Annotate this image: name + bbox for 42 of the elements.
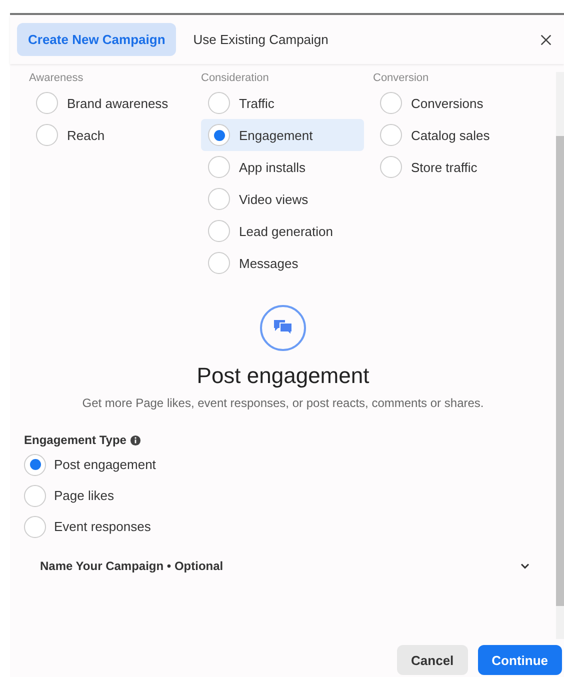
column-heading: Awareness xyxy=(29,72,84,84)
accordion-header[interactable]: Name Your Campaign • Optional xyxy=(40,554,532,578)
radio-button[interactable] xyxy=(380,92,402,114)
option-label: Messages xyxy=(239,256,298,270)
radio-button[interactable] xyxy=(24,484,46,506)
tab[interactable]: Use Existing Campaign xyxy=(182,23,340,56)
continue-button[interactable]: Continue xyxy=(478,645,562,675)
radio-button[interactable] xyxy=(380,124,402,146)
radio-button[interactable] xyxy=(36,92,58,114)
objective-title: Post engagement xyxy=(196,363,370,389)
section-label: Engagement Type xyxy=(24,433,126,447)
radio-button[interactable] xyxy=(208,92,230,114)
radio-button[interactable] xyxy=(208,252,230,274)
option-label: Page likes xyxy=(54,488,114,503)
objective-option[interactable]: Engagement xyxy=(201,119,364,151)
option-label: App installs xyxy=(239,160,306,174)
option-label: Traffic xyxy=(239,96,274,110)
option-label: Catalog sales xyxy=(411,128,490,142)
chat-bubbles-icon xyxy=(260,305,306,351)
option-label: Reach xyxy=(67,128,105,142)
radio-button[interactable] xyxy=(24,516,46,538)
option-label: Video views xyxy=(239,192,308,206)
tab[interactable]: Create New Campaign xyxy=(17,23,176,56)
cancel-button[interactable]: Cancel xyxy=(397,645,468,675)
radio-button[interactable] xyxy=(208,124,230,146)
radio-button[interactable] xyxy=(208,156,230,178)
column-heading: Consideration xyxy=(201,72,270,84)
option-label: Lead generation xyxy=(239,224,333,238)
objective-description: Get more Page likes, event responses, or post reacts, comments or shares. xyxy=(81,395,485,411)
scrollbar[interactable] xyxy=(556,72,564,639)
radio-button[interactable] xyxy=(24,454,46,476)
radio-button[interactable] xyxy=(36,124,58,146)
radio-button[interactable] xyxy=(380,156,402,178)
option-label: Post engagement xyxy=(54,457,156,472)
column-heading: Conversion xyxy=(373,72,430,84)
option-label: Conversions xyxy=(411,96,484,110)
info-icon xyxy=(130,434,142,446)
option-label: Store traffic xyxy=(411,160,478,174)
radio-button[interactable] xyxy=(208,188,230,210)
option-label: Brand awareness xyxy=(67,96,168,110)
radio-button[interactable] xyxy=(208,220,230,242)
option-label: Event responses xyxy=(54,519,151,534)
